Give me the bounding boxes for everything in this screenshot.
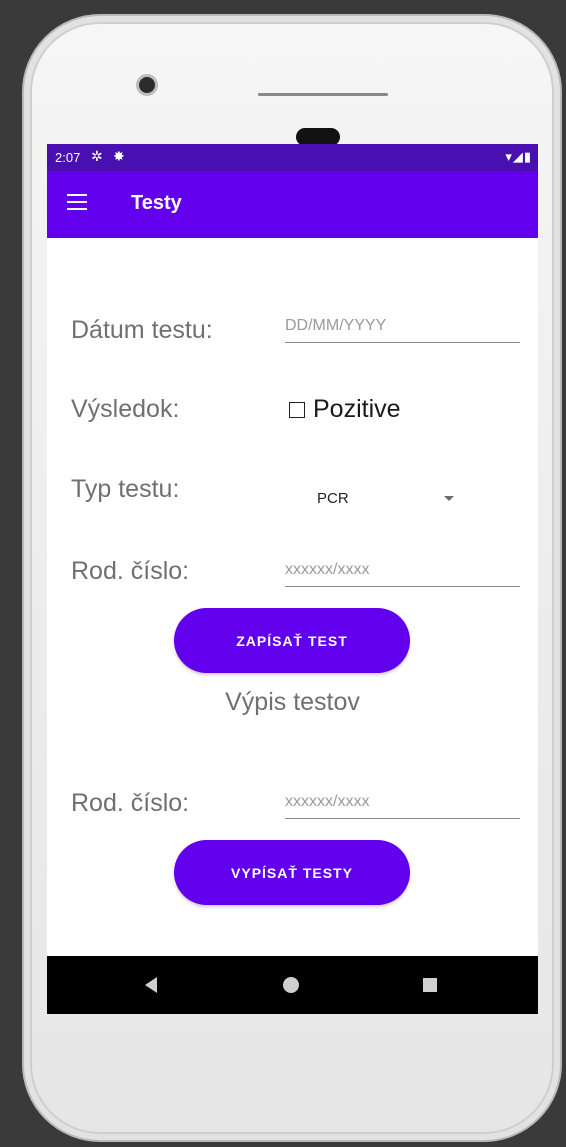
wifi-signal-battery-icons: ▾◢▮ xyxy=(505,149,532,164)
id-input[interactable] xyxy=(285,556,520,584)
listing-id-label: Rod. číslo: xyxy=(71,789,190,817)
result-label: Výsledok: xyxy=(71,395,180,423)
hamburger-menu-icon[interactable] xyxy=(67,194,87,212)
home-icon[interactable] xyxy=(283,977,299,993)
id-label: Rod. číslo: xyxy=(71,557,190,585)
gear-icon: ✲ xyxy=(91,148,103,164)
listing-title: Výpis testov xyxy=(225,688,360,716)
app-bar: Testy xyxy=(47,171,538,238)
listing-id-field-container xyxy=(285,788,520,819)
test-type-dropdown[interactable]: PCR xyxy=(317,484,467,514)
type-label: Typ testu: xyxy=(71,475,180,503)
id-field-container xyxy=(285,556,520,587)
add-test-button[interactable]: ZAPÍSAŤ TEST xyxy=(174,608,410,673)
page-title: Testy xyxy=(131,192,182,214)
list-tests-button[interactable]: VYPÍSAŤ TESTY xyxy=(174,840,410,905)
dropdown-selected-value[interactable]: PCR xyxy=(317,490,349,507)
checkbox-box[interactable] xyxy=(289,401,305,418)
navigation-bar xyxy=(47,956,538,1014)
back-icon[interactable] xyxy=(145,977,157,993)
camera-icon xyxy=(136,74,158,96)
checkbox-label[interactable]: Pozitive xyxy=(313,395,401,424)
dropdown-arrow-icon[interactable] xyxy=(444,496,454,501)
status-time: 2:07 xyxy=(55,150,81,165)
listing-id-input[interactable] xyxy=(285,788,520,816)
date-input[interactable] xyxy=(285,312,520,340)
pozitive-checkbox[interactable]: Pozitive xyxy=(289,395,401,424)
speaker-grille xyxy=(258,93,388,96)
recents-icon[interactable] xyxy=(423,978,437,992)
date-field-container xyxy=(285,312,520,343)
status-bar: 2:07 ✲ ✸ ▾◢▮ xyxy=(47,144,538,171)
date-label: Dátum testu: xyxy=(71,316,213,344)
app-screen: 2:07 ✲ ✸ ▾◢▮ Testy Dátum testu: Výsledok… xyxy=(47,144,538,1014)
sun-icon: ✸ xyxy=(113,148,125,164)
